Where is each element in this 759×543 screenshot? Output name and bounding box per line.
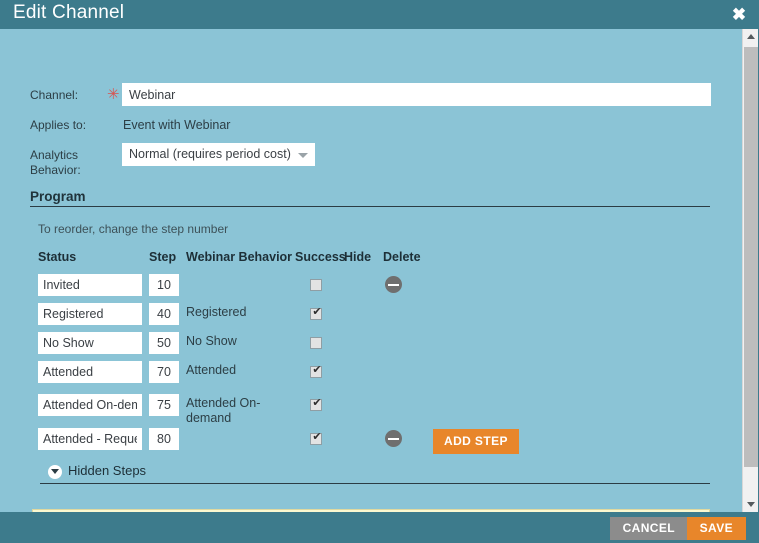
step-success-checkbox[interactable]	[310, 364, 323, 378]
channel-label: Channel:	[30, 88, 79, 102]
scroll-down-button[interactable]	[743, 497, 758, 512]
analytics-behavior-selected-value: Normal (requires period cost)	[129, 147, 291, 161]
dialog-titlebar: Edit Channel ✖	[0, 0, 759, 29]
dialog-title: Edit Channel	[13, 2, 125, 23]
step-number-input[interactable]	[149, 361, 179, 383]
step-number-input[interactable]	[149, 394, 179, 416]
dialog-body: Channel: ✳ Applies to: Event with Webina…	[0, 29, 748, 512]
step-success-checkbox[interactable]	[310, 306, 323, 320]
triangle-up-icon	[747, 34, 755, 39]
arrow-down-circle-icon	[48, 465, 62, 479]
program-section-header: Program	[30, 189, 710, 207]
step-number-input[interactable]	[149, 303, 179, 325]
save-button[interactable]: SAVE	[686, 517, 746, 540]
step-behavior-value: No Show	[186, 334, 237, 348]
chevron-down-icon	[298, 152, 308, 158]
cancel-button[interactable]: CANCEL	[609, 517, 688, 540]
step-number-input[interactable]	[149, 274, 179, 296]
reorder-hint: To reorder, change the step number	[38, 222, 229, 236]
step-status-input[interactable]	[38, 332, 142, 354]
step-success-checkbox[interactable]	[310, 279, 322, 291]
add-step-button[interactable]: ADD STEP	[433, 429, 519, 454]
step-status-input[interactable]	[38, 303, 142, 325]
scrollbar-thumb[interactable]	[744, 47, 758, 467]
column-header-delete: Delete	[383, 250, 421, 264]
step-success-checkbox[interactable]	[310, 397, 323, 411]
step-behavior-value: Registered	[186, 305, 247, 319]
close-icon[interactable]: ✖	[727, 3, 751, 26]
step-status-input[interactable]	[38, 274, 142, 296]
applies-to-label: Applies to:	[30, 118, 87, 132]
step-status-input[interactable]	[38, 394, 142, 416]
required-asterisk-icon: ✳	[107, 86, 120, 103]
column-header-success: Success	[295, 250, 346, 264]
analytics-behavior-label-line1: Analytics	[30, 148, 79, 162]
analytics-behavior-select[interactable]: Normal (requires period cost)	[122, 143, 315, 166]
step-number-input[interactable]	[149, 332, 179, 354]
step-status-input[interactable]	[38, 428, 142, 450]
dialog-footer: CANCEL SAVE	[0, 512, 759, 543]
step-behavior-value: Attended On-demand	[186, 396, 261, 425]
step-delete-button[interactable]	[385, 430, 402, 447]
step-success-checkbox[interactable]	[310, 431, 323, 445]
channel-input[interactable]	[122, 83, 711, 106]
step-delete-button[interactable]	[385, 276, 402, 293]
step-success-checkbox[interactable]	[310, 337, 322, 349]
step-number-input[interactable]	[149, 428, 179, 450]
step-behavior-value: Attended	[186, 363, 237, 377]
vertical-scrollbar[interactable]	[742, 29, 758, 512]
applies-to-value: Event with Webinar	[123, 118, 231, 132]
column-header-status: Status	[38, 250, 77, 264]
step-status-input[interactable]	[38, 361, 142, 383]
column-header-hide: Hide	[344, 250, 372, 264]
edit-channel-dialog: Edit Channel ✖ Channel: ✳ Applies to: Ev…	[0, 0, 759, 543]
hidden-steps-label: Hidden Steps	[68, 463, 147, 478]
triangle-down-icon	[747, 502, 755, 507]
analytics-behavior-label-line2: Behavior:	[30, 163, 81, 177]
hidden-steps-toggle[interactable]: Hidden Steps	[40, 462, 710, 484]
scroll-up-button[interactable]	[743, 29, 758, 44]
program-section-title: Program	[30, 189, 86, 204]
column-header-behavior: Webinar Behavior	[186, 250, 293, 264]
column-header-step: Step	[149, 250, 177, 264]
